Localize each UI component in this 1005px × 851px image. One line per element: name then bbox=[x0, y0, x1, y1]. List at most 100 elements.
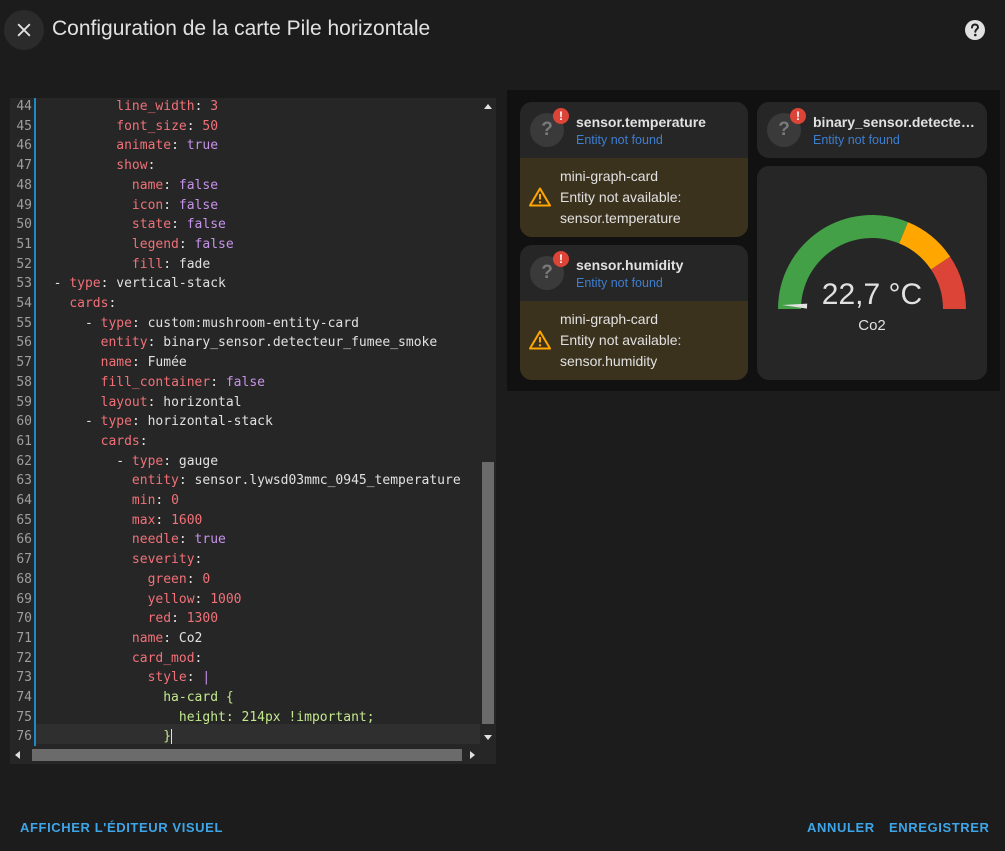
line-number: 76 bbox=[16, 729, 32, 745]
show-visual-editor-button[interactable]: AFFICHER L'ÉDITEUR VISUEL bbox=[20, 820, 223, 835]
code-line[interactable]: font_size: 50 bbox=[38, 119, 218, 134]
warning-message: mini-graph-card Entity not available: se… bbox=[560, 168, 682, 226]
code-line[interactable]: show: bbox=[38, 158, 155, 173]
code-line[interactable]: name: false bbox=[38, 178, 218, 193]
code-line[interactable]: style: | bbox=[38, 670, 211, 685]
warning-card-humidity: mini-graph-card Entity not available: se… bbox=[520, 301, 748, 380]
line-number: 60 bbox=[16, 414, 32, 430]
code-line[interactable]: max: 1600 bbox=[38, 513, 202, 528]
code-line[interactable]: entity: binary_sensor.detecteur_fumee_sm… bbox=[38, 335, 438, 350]
code-line[interactable]: legend: false bbox=[38, 237, 234, 252]
scroll-up-icon[interactable] bbox=[480, 98, 496, 114]
code-line[interactable]: green: 0 bbox=[38, 572, 211, 587]
cancel-button[interactable]: ANNULER bbox=[807, 820, 875, 835]
gauge-name: Co2 bbox=[858, 317, 886, 334]
line-number: 75 bbox=[16, 709, 32, 725]
warning-icon bbox=[529, 330, 551, 350]
code-line[interactable]: yellow: 1000 bbox=[38, 592, 242, 607]
code-line[interactable]: icon: false bbox=[38, 198, 218, 213]
code-line[interactable]: - type: horizontal-stack bbox=[38, 414, 273, 429]
line-number: 51 bbox=[16, 236, 32, 252]
code-line[interactable]: cards: bbox=[38, 296, 116, 311]
entity-card-temperature[interactable]: ? ! sensor.temperature Entity not found … bbox=[520, 102, 748, 237]
code-line[interactable]: } bbox=[38, 729, 173, 745]
entity-card-humidity[interactable]: ? ! sensor.humidity Entity not found min… bbox=[520, 245, 748, 380]
code-line[interactable]: ha-card { bbox=[38, 690, 233, 705]
gauge-card[interactable]: 22,7 °C Co2 bbox=[757, 166, 987, 380]
horizontal-scrollbar-thumb[interactable] bbox=[32, 749, 462, 761]
warning-icon bbox=[529, 187, 551, 207]
line-number: 63 bbox=[16, 473, 32, 489]
line-number: 48 bbox=[16, 177, 32, 193]
code-line[interactable]: state: false bbox=[38, 217, 226, 232]
line-number: 73 bbox=[16, 670, 32, 686]
line-number: 52 bbox=[16, 256, 32, 272]
gauge-value: 22,7 °C bbox=[821, 278, 923, 311]
line-number: 70 bbox=[16, 611, 32, 627]
line-number: 59 bbox=[16, 394, 32, 410]
entity-name: sensor.temperature bbox=[576, 114, 706, 130]
error-badge-icon: ! bbox=[553, 251, 569, 267]
code-line[interactable]: cards: bbox=[38, 434, 148, 449]
code-line[interactable]: - type: custom:mushroom-entity-card bbox=[38, 316, 359, 331]
line-number: 72 bbox=[16, 650, 32, 666]
vertical-scrollbar[interactable] bbox=[480, 98, 496, 746]
code-line[interactable]: card_mod: bbox=[38, 651, 202, 666]
line-number: 65 bbox=[16, 512, 32, 528]
error-badge-icon: ! bbox=[553, 108, 569, 124]
close-button[interactable] bbox=[4, 10, 44, 50]
close-icon bbox=[17, 23, 31, 37]
line-number: 53 bbox=[16, 276, 32, 292]
code-line[interactable]: line_width: 3 bbox=[38, 99, 218, 114]
entity-card-smoke[interactable]: ? ! binary_sensor.detecteur_fumee_smoke … bbox=[757, 102, 987, 158]
vertical-scrollbar-thumb[interactable] bbox=[482, 462, 494, 724]
card-preview: ? ! sensor.temperature Entity not found … bbox=[507, 90, 1000, 391]
line-number: 68 bbox=[16, 571, 32, 587]
code-line[interactable]: needle: true bbox=[38, 532, 226, 547]
line-number: 62 bbox=[16, 453, 32, 469]
gauge-chart bbox=[778, 215, 966, 309]
scroll-left-icon[interactable] bbox=[10, 746, 26, 764]
scroll-down-icon[interactable] bbox=[480, 730, 496, 746]
code-line[interactable]: animate: true bbox=[38, 138, 218, 153]
yaml-editor[interactable]: 44 line_width: 3 45 font_size: 50 46 anima… bbox=[10, 98, 496, 764]
code-line[interactable]: red: 1300 bbox=[38, 611, 218, 626]
text-cursor bbox=[171, 729, 173, 745]
code-line[interactable]: - type: vertical-stack bbox=[38, 276, 226, 291]
line-number: 44 bbox=[16, 99, 32, 114]
warning-message: mini-graph-card Entity not available: se… bbox=[560, 311, 682, 369]
page-title: Configuration de la carte Pile horizonta… bbox=[52, 17, 431, 40]
line-number: 74 bbox=[16, 690, 32, 705]
line-number: 64 bbox=[16, 493, 32, 508]
line-number: 46 bbox=[16, 138, 32, 154]
warning-card-temperature: mini-graph-card Entity not available: se… bbox=[520, 158, 748, 237]
save-button[interactable]: ENREGISTRER bbox=[889, 820, 990, 835]
code-line[interactable]: - type: gauge bbox=[38, 454, 218, 469]
code-line[interactable]: name: Co2 bbox=[38, 631, 202, 646]
help-icon bbox=[965, 20, 985, 40]
code-line[interactable]: min: 0 bbox=[38, 493, 179, 508]
line-number: 66 bbox=[16, 532, 32, 548]
line-number: 58 bbox=[16, 374, 32, 390]
code-line[interactable]: fill: fade bbox=[38, 257, 210, 272]
code-line[interactable]: entity: sensor.lywsd03mmc_0945_temperatu… bbox=[38, 473, 461, 488]
code-line[interactable]: height: 214px !important; bbox=[38, 710, 375, 725]
gutter-border bbox=[34, 98, 36, 746]
entity-name: sensor.humidity bbox=[576, 257, 684, 273]
scroll-right-icon[interactable] bbox=[464, 746, 480, 764]
help-button[interactable] bbox=[964, 19, 986, 41]
line-number: 47 bbox=[16, 158, 32, 174]
horizontal-scrollbar[interactable] bbox=[10, 746, 496, 764]
line-number: 57 bbox=[16, 355, 32, 371]
line-number: 54 bbox=[16, 296, 32, 311]
line-number: 71 bbox=[16, 630, 32, 646]
code-line[interactable]: severity: bbox=[38, 552, 202, 567]
line-number: 61 bbox=[16, 433, 32, 449]
code-line[interactable]: layout: horizontal bbox=[38, 395, 242, 410]
code-line[interactable]: name: Fumée bbox=[38, 355, 187, 370]
code-line[interactable]: fill_container: false bbox=[38, 375, 265, 390]
line-number: 50 bbox=[16, 217, 32, 233]
line-number: 45 bbox=[16, 118, 32, 134]
line-number: 67 bbox=[16, 552, 32, 568]
error-badge-icon: ! bbox=[790, 108, 806, 124]
